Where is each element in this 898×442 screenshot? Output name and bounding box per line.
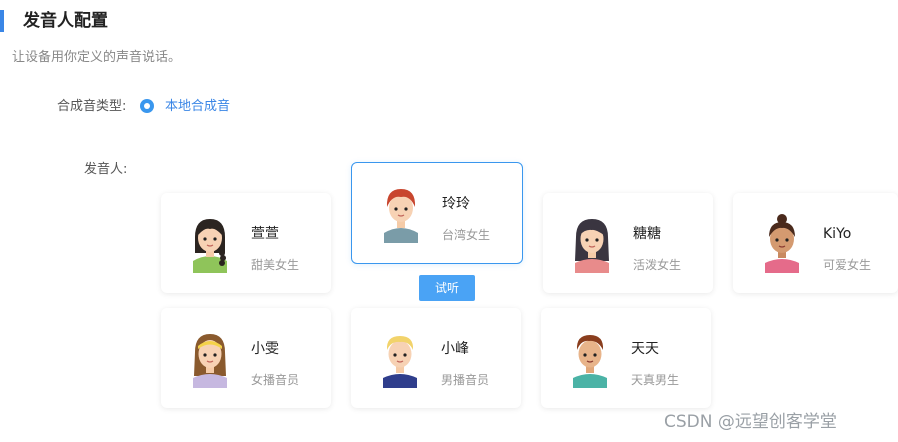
page-title: 发音人配置 bbox=[23, 11, 108, 31]
title-accent-bar bbox=[0, 10, 4, 32]
speaker-name: 天天 bbox=[631, 341, 659, 357]
speaker-description: 活泼女生 bbox=[633, 258, 682, 272]
speaker-description: 台湾女生 bbox=[442, 228, 491, 242]
boy-blond-avatar-icon bbox=[383, 336, 417, 388]
speaker-description: 男播音员 bbox=[441, 373, 490, 387]
girl-braid-avatar-icon bbox=[193, 219, 227, 273]
girl-bun-avatar-icon bbox=[765, 214, 799, 273]
page-description: 让设备用你定义的声音说话。 bbox=[12, 50, 182, 65]
girl-red-hair-avatar-icon bbox=[384, 189, 418, 243]
local-synth-radio[interactable] bbox=[140, 99, 154, 113]
speaker-description: 甜美女生 bbox=[251, 258, 300, 272]
speaker-card-xuanxuan[interactable]: 萱萱 甜美女生 bbox=[161, 193, 331, 293]
girl-headband-avatar-icon bbox=[193, 334, 227, 388]
speaker-name: 小雯 bbox=[251, 341, 279, 357]
speaker-card-tangtang[interactable]: 糖糖 活泼女生 bbox=[543, 193, 713, 293]
try-listen-button[interactable]: 试听 bbox=[419, 275, 475, 301]
csdn-watermark: CSDN @远望创客学堂 bbox=[664, 412, 837, 432]
speaker-name: 糖糖 bbox=[633, 226, 661, 242]
local-synth-radio-label[interactable]: 本地合成音 bbox=[165, 98, 230, 116]
speaker-name: 萱萱 bbox=[251, 226, 279, 242]
speaker-name: 小峰 bbox=[441, 341, 469, 357]
speaker-label: 发音人: bbox=[84, 162, 128, 177]
girl-long-hair-avatar-icon bbox=[575, 219, 609, 273]
speaker-description: 女播音员 bbox=[251, 373, 300, 387]
speaker-description: 可爱女生 bbox=[823, 258, 872, 272]
speaker-card-tiantian[interactable]: 天天 天真男生 bbox=[541, 308, 711, 408]
speaker-name: KiYo bbox=[823, 226, 852, 242]
speaker-card-lingling[interactable]: 玲玲 台湾女生 bbox=[351, 162, 523, 264]
speaker-card-xiaofeng[interactable]: 小峰 男播音员 bbox=[351, 308, 521, 408]
speaker-description: 天真男生 bbox=[631, 373, 680, 387]
speaker-name: 玲玲 bbox=[442, 196, 470, 212]
boy-brown-avatar-icon bbox=[573, 335, 607, 388]
speaker-card-xiaowen[interactable]: 小雯 女播音员 bbox=[161, 308, 331, 408]
speaker-card-kiyo[interactable]: KiYo 可爱女生 bbox=[733, 193, 898, 293]
synth-type-label: 合成音类型: bbox=[57, 99, 127, 114]
